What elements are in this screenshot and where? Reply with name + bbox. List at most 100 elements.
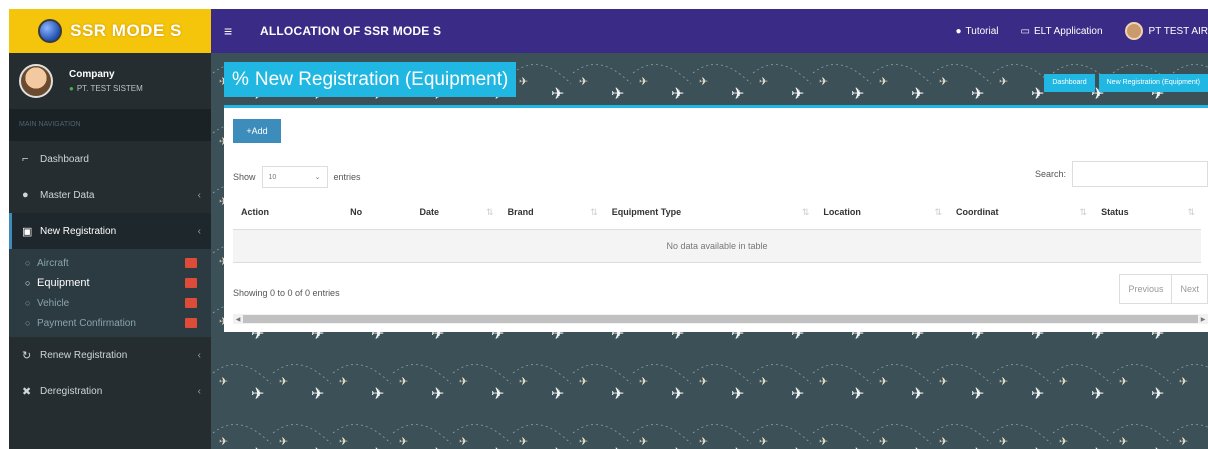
previous-button[interactable]: Previous — [1120, 275, 1173, 303]
show-label: Show — [233, 172, 256, 182]
table-info: Showing 0 to 0 of 0 entries — [233, 288, 340, 298]
elt-application-link[interactable]: ▭ ELT Application — [1021, 26, 1103, 37]
sidebar-item-renew-registration[interactable]: ↻ Renew Registration ‹ — [9, 337, 211, 373]
status-badge — [185, 298, 197, 308]
tutorial-link[interactable]: ● Tutorial — [955, 26, 998, 37]
search-label: Search: — [1034, 169, 1066, 179]
elt-label: ELT Application — [1033, 25, 1103, 37]
add-button[interactable]: + Add — [233, 119, 281, 143]
avatar — [1124, 22, 1143, 40]
next-button[interactable]: Next — [1172, 275, 1207, 303]
column-label: No — [350, 206, 363, 217]
user-menu[interactable]: PT TEST AIR — [1124, 22, 1208, 40]
laptop-icon: ▭ — [1020, 25, 1030, 37]
status-badge — [185, 278, 197, 288]
brand-logo[interactable]: SSR MODE S — [9, 9, 211, 53]
scroll-right-icon[interactable]: ▶ — [1198, 316, 1208, 323]
column-header-date[interactable]: Date ⇅ — [411, 195, 500, 230]
column-header-action: Action — [233, 195, 343, 230]
column-label: Status — [1101, 206, 1129, 217]
chevron-left-icon: ‹ — [197, 349, 201, 361]
entries-select[interactable]: 10 ⌄ — [261, 166, 328, 188]
sidebar-item-master-data[interactable]: ● Master Data ‹ — [9, 177, 211, 213]
submenu-item-payment-confirmation[interactable]: ○ Payment Confirmation — [9, 313, 211, 333]
user-panel: Company ● PT. TEST SISTEM — [9, 53, 211, 109]
scrollbar-thumb[interactable] — [243, 315, 1198, 323]
data-table: Action No Date ⇅ Brand ⇅ Equipment Type ⇅ L… — [233, 195, 1201, 263]
sidebar: Company ● PT. TEST SISTEM MAIN NAVIGATION… — [9, 53, 211, 449]
app-window: SSR MODE S ≡ ALLOCATION OF SSR MODE S ● T… — [0, 0, 1208, 449]
sidebar-item-dashboard[interactable]: ⌐ Dashboard — [9, 141, 211, 177]
pagination: Previous Next — [1119, 274, 1208, 304]
data-panel: + Add Show 10 ⌄ entries Search: Action No — [224, 105, 1208, 332]
sidebar-item-deregistration[interactable]: ✖ Deregistration ‹ — [9, 373, 211, 409]
chevron-down-icon: ‹ — [197, 225, 201, 237]
chevron-down-icon: ⌄ — [314, 174, 321, 181]
chevron-left-icon: ‹ — [197, 189, 201, 201]
submenu-label: Aircraft — [37, 257, 69, 269]
sidebar-item-label: Master Data — [40, 189, 95, 201]
column-header-location[interactable]: Location ⇅ — [815, 195, 949, 230]
nav-header: MAIN NAVIGATION — [9, 109, 211, 141]
online-dot-icon: ● — [69, 84, 74, 93]
column-header-coordinat[interactable]: Coordinat ⇅ — [948, 195, 1094, 230]
search-control: Search: — [1035, 161, 1208, 187]
organization-name: PT. TEST SISTEM — [76, 84, 143, 93]
page-title-text: New Registration (Equipment) — [254, 68, 509, 90]
table-row: No data available in table — [233, 229, 1201, 263]
scroll-left-icon[interactable]: ◀ — [233, 316, 243, 323]
add-label: Add — [251, 126, 268, 136]
status-badge — [185, 318, 197, 328]
status-badge — [185, 258, 197, 268]
empty-table-message: No data available in table — [233, 229, 1201, 263]
sort-icon: ⇅ — [1079, 206, 1088, 217]
sort-icon: ⇅ — [801, 206, 810, 217]
sort-icon: ⇅ — [486, 206, 494, 217]
column-header-equipment-type[interactable]: Equipment Type ⇅ — [603, 195, 816, 230]
close-icon: ✖ — [22, 385, 32, 398]
tutorial-label: Tutorial — [965, 25, 999, 37]
circle-icon: ○ — [25, 298, 31, 308]
entries-label: entries — [333, 172, 361, 182]
column-label: Brand — [507, 206, 534, 217]
entries-value: 10 — [268, 173, 277, 181]
sidebar-item-label: New Registration — [40, 225, 117, 237]
chevron-left-icon: ‹ — [197, 385, 201, 397]
submenu-item-equipment[interactable]: ○ Equipment — [9, 273, 211, 293]
column-label: Date — [419, 206, 440, 217]
breadcrumb: Dashboard New Registration (Equipment) — [1044, 74, 1208, 92]
submenu-item-vehicle[interactable]: ○ Vehicle — [9, 293, 211, 313]
link-icon: % — [232, 68, 249, 90]
breadcrumb-dashboard[interactable]: Dashboard — [1044, 74, 1095, 92]
submenu-item-aircraft[interactable]: ○ Aircraft — [9, 253, 211, 273]
user-name: PT TEST AIR — [1148, 25, 1208, 37]
column-header-brand[interactable]: Brand ⇅ — [499, 195, 604, 230]
top-navbar: ≡ ALLOCATION OF SSR MODE S ● Tutorial ▭ EL… — [211, 9, 1208, 53]
hamburger-icon[interactable]: ≡ — [224, 23, 240, 39]
submenu-label: Vehicle — [37, 297, 70, 309]
page-header-title: ALLOCATION OF SSR MODE S — [260, 24, 442, 38]
circle-icon: ○ — [25, 318, 31, 328]
horizontal-scrollbar[interactable]: ◀ ▶ — [233, 314, 1208, 324]
sort-icon: ⇅ — [590, 206, 598, 217]
column-label: Equipment Type — [611, 206, 682, 217]
submenu-new-registration: ○ Aircraft ○ Equipment ○ Vehicle ○ Payme… — [9, 249, 211, 337]
column-label: Coordinat — [956, 206, 999, 217]
search-input[interactable] — [1072, 161, 1208, 187]
database-icon: ● — [22, 189, 29, 201]
column-header-status[interactable]: Status ⇅ — [1093, 195, 1201, 230]
table-header-row: Action No Date ⇅ Brand ⇅ Equipment Type ⇅ L… — [233, 195, 1201, 230]
circle-icon: ○ — [25, 278, 31, 288]
breadcrumb-current[interactable]: New Registration (Equipment) — [1098, 74, 1208, 92]
info-icon: ● — [955, 25, 962, 37]
column-header-no[interactable]: No — [342, 195, 412, 230]
sidebar-item-label: Deregistration — [40, 385, 103, 397]
navbar-right: ● Tutorial ▭ ELT Application PT TEST AIR — [955, 22, 1208, 40]
sort-icon: ⇅ — [934, 206, 943, 217]
sidebar-item-label: Renew Registration — [40, 349, 128, 361]
submenu-label: Equipment — [37, 277, 90, 289]
column-label: Location — [823, 206, 861, 217]
column-label: Action — [241, 206, 269, 217]
sidebar-item-new-registration[interactable]: ▣ New Registration ‹ — [9, 213, 211, 249]
brand-text: SSR MODE S — [70, 21, 182, 40]
